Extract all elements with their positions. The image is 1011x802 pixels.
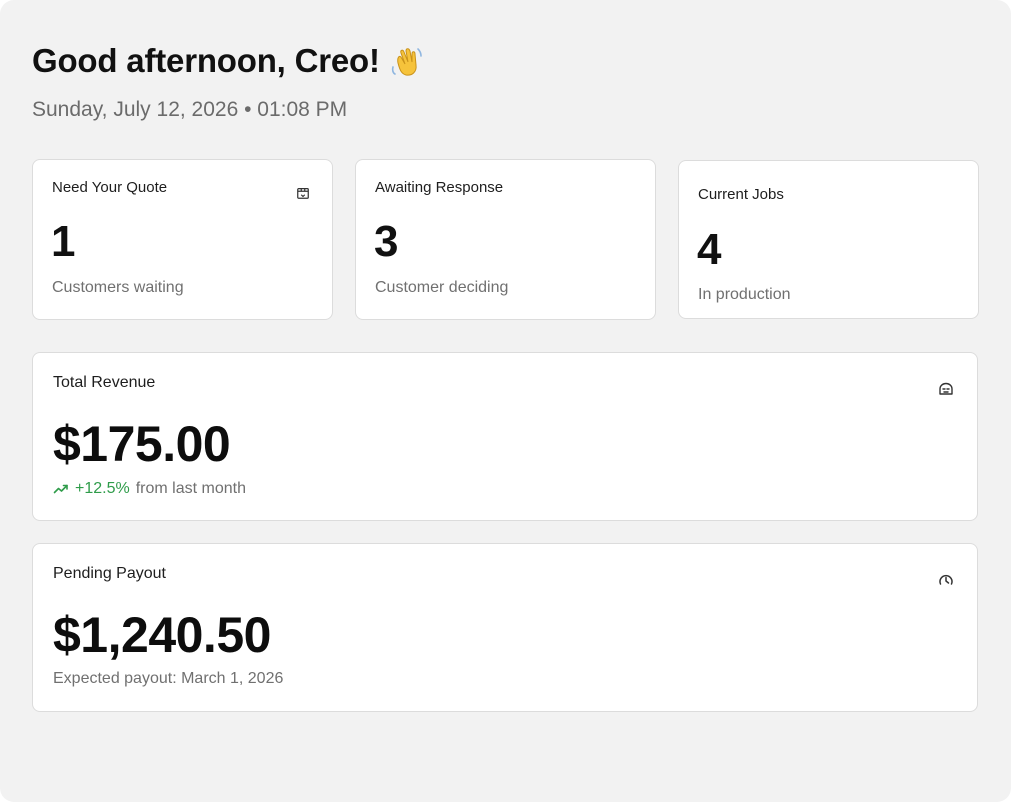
total-revenue-card[interactable]: Total Revenue $175.00 +12.5% from last m…: [32, 352, 978, 521]
trend-caption: from last month: [135, 480, 246, 497]
stat-label: Current Jobs: [698, 186, 784, 203]
stat-value: 3: [374, 217, 399, 266]
payout-expected-date: Expected payout: March 1, 2026: [53, 670, 284, 687]
greeting-header: Good afternoon, Creo!: [32, 42, 424, 80]
quote-box-icon: [297, 188, 309, 199]
stat-subtext: In production: [698, 286, 791, 303]
trend-percentage: +12.5%: [75, 480, 130, 497]
stat-card-awaiting-response[interactable]: Awaiting Response 3 Customer deciding: [355, 159, 656, 320]
clock-icon: [939, 574, 953, 585]
stat-value: 4: [697, 225, 722, 274]
revenue-icon: [939, 382, 953, 395]
payout-label: Pending Payout: [53, 565, 166, 582]
stat-subtext: Customers waiting: [52, 279, 184, 296]
revenue-label: Total Revenue: [53, 374, 156, 391]
stat-label: Need Your Quote: [52, 179, 168, 196]
stat-card-need-quote[interactable]: Need Your Quote 1 Customers waiting: [32, 159, 333, 320]
revenue-amount: $175.00: [53, 416, 231, 472]
waving-hand-icon: [391, 48, 422, 76]
revenue-trend: +12.5% from last month: [53, 480, 246, 498]
stat-subtext: Customer deciding: [375, 279, 509, 296]
stat-card-current-jobs[interactable]: Current Jobs 4 In production: [678, 160, 979, 319]
pending-payout-card[interactable]: Pending Payout $1,240.50 Expected payout…: [32, 543, 978, 712]
date-time-label: Sunday, July 12, 2026 • 01:08 PM: [32, 98, 348, 121]
payout-amount: $1,240.50: [53, 607, 271, 663]
page-title: Good afternoon, Creo!: [32, 42, 380, 79]
stat-value: 1: [51, 217, 76, 266]
dashboard-page: Good afternoon, Creo! Sunday, July 12, 2…: [0, 0, 1011, 802]
trending-up-icon: [53, 484, 68, 494]
stat-label: Awaiting Response: [375, 179, 504, 196]
